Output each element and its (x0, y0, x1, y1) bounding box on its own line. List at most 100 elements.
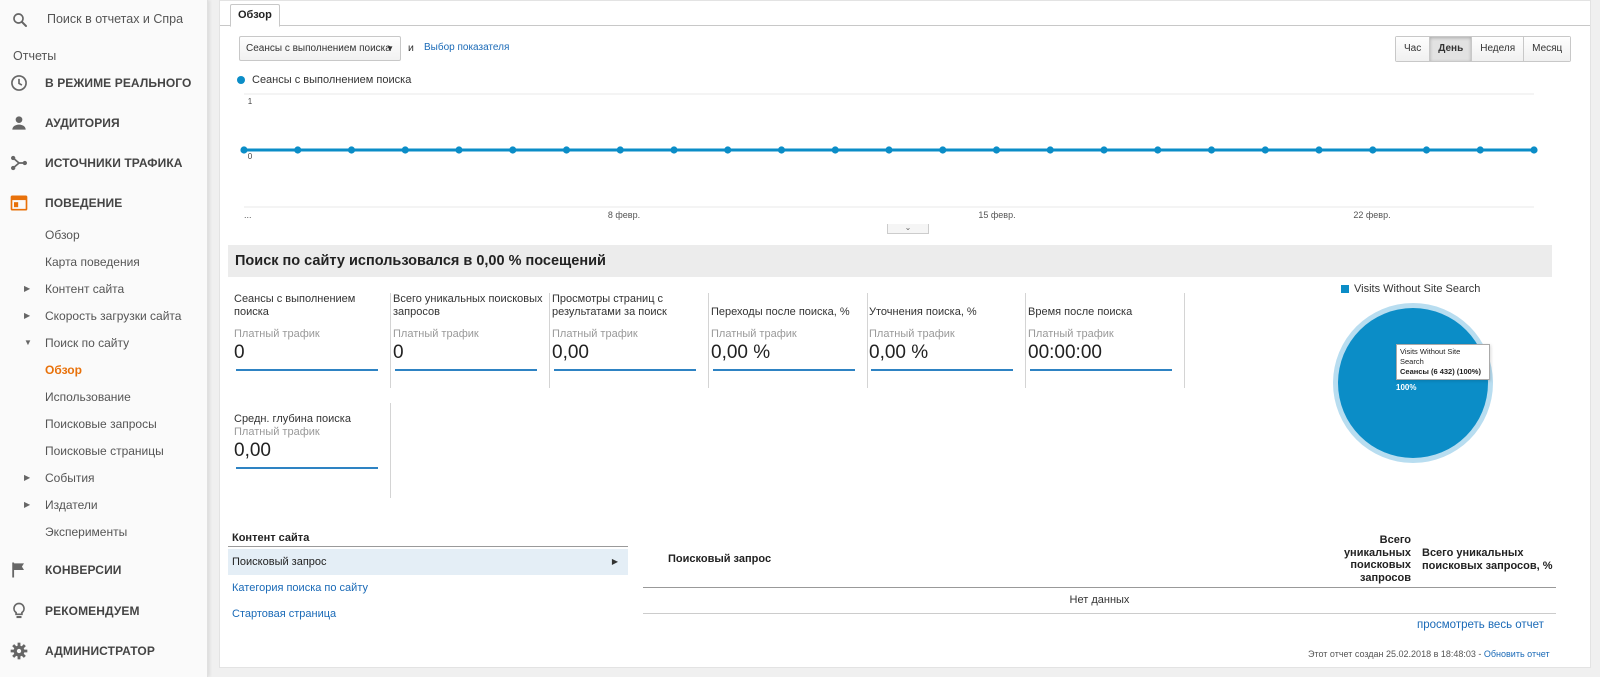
right-scroll-edge (1595, 0, 1600, 677)
report-footer: Этот отчет создан 25.02.2018 в 18:48:03 … (1308, 649, 1550, 659)
metric-card[interactable]: Переходы после поиска, % Платный трафик … (711, 293, 868, 388)
nav-discover-label: РЕКОМЕНДУЕМ (45, 604, 140, 618)
sidebar-sub-item[interactable]: Использование (0, 384, 207, 410)
sidebar: Поиск в отчетах и Справк Отчеты В РЕЖИМЕ… (0, 0, 208, 677)
content-item-start-page[interactable]: Стартовая страница (228, 601, 628, 627)
column-search-term[interactable]: Поисковый запрос (668, 553, 771, 565)
y-tick-label: 1 (248, 97, 253, 106)
period-hour-button[interactable]: Час (1396, 37, 1431, 61)
period-day-button[interactable]: День (1430, 37, 1473, 61)
nav-audience[interactable]: АУДИТОРИЯ (0, 103, 207, 143)
sidebar-sub-item[interactable]: Карта поведения (0, 249, 207, 275)
line-chart: 1 0... 8 февр. 15 февр. 22 февр. (240, 93, 1538, 220)
nav-conversions[interactable]: КОНВЕРСИИ (0, 550, 207, 590)
sidebar-sub-item[interactable]: Обзор (0, 222, 207, 248)
nav-admin[interactable]: АДМИНИСТРАТОР (0, 631, 207, 671)
metric-card[interactable]: Средн. глубина поиска Платный трафик 0,0… (234, 403, 391, 498)
data-point (1154, 146, 1162, 154)
report-panel: Обзор Сеансы с выполнением поиска ▼ и Вы… (219, 0, 1591, 668)
sidebar-sub-item[interactable]: ▼ Поиск по сайту (0, 330, 207, 356)
content-item-search-category[interactable]: Категория поиска по сайту (228, 575, 628, 601)
column-unique-searches[interactable]: Всего уникальных поисковых запросов (1323, 534, 1411, 584)
refresh-report-link[interactable]: Обновить отчет (1484, 649, 1550, 659)
sidebar-sub-item[interactable]: ▶ События (0, 465, 207, 491)
x-tick-label: 22 февр. (1353, 210, 1390, 220)
sidebar-search[interactable]: Поиск в отчетах и Справк (0, 0, 207, 38)
tab-overview[interactable]: Обзор (230, 4, 280, 27)
metric-title: Просмотры страниц с результатами за поис… (552, 293, 667, 318)
full-report-link[interactable]: просмотреть весь отчет (1417, 619, 1544, 631)
data-point (1100, 146, 1108, 154)
nav-realtime[interactable]: В РЕЖИМЕ РЕАЛЬНОГО (0, 63, 207, 103)
data-point (455, 146, 463, 154)
sidebar-sub-item[interactable]: ▶ Контент сайта (0, 276, 207, 302)
metric-value: 0,00 (552, 342, 589, 363)
data-point (240, 146, 248, 154)
flag-icon (12, 562, 24, 578)
metric-value: 0 (393, 342, 404, 363)
data-point (1369, 146, 1377, 154)
pie-tooltip: Visits Without Site Search Сеансы (6 432… (1396, 344, 1490, 380)
metric-select[interactable]: Сеансы с выполнением поиска ▼ (239, 36, 401, 61)
metric-card[interactable]: Уточнения поиска, % Платный трафик 0,00 … (869, 293, 1026, 388)
chart-legend: Сеансы с выполнением поиска (237, 74, 411, 86)
metric-value: 0,00 % (869, 342, 929, 363)
chart-resize-handle[interactable]: ⌄ (887, 224, 929, 234)
sidebar-sub-item[interactable]: Поисковые страницы (0, 438, 207, 464)
nav-audience-label: АУДИТОРИЯ (45, 116, 120, 130)
nav-behavior[interactable]: ПОВЕДЕНИЕ (0, 183, 207, 223)
sidebar-sub-item[interactable]: ▶ Издатели (0, 492, 207, 518)
y-tick-label: 0 (248, 152, 253, 161)
chevron-right-icon: ▶ (611, 557, 618, 566)
content-item-label: Категория поиска по сайту (232, 582, 368, 594)
metric-segment: Платный трафик (393, 328, 479, 340)
search-input[interactable]: Поиск в отчетах и Справк (47, 12, 183, 26)
period-selector: Час День Неделя Месяц (1395, 36, 1572, 62)
content-item-search-term[interactable]: Поисковый запрос ▶ (228, 549, 628, 575)
nav-acquisition[interactable]: ИСТОЧНИКИ ТРАФИКА (0, 143, 207, 183)
metric-title: Всего уникальных поисковых запросов (393, 293, 543, 318)
period-month-button[interactable]: Месяц (1524, 37, 1571, 61)
sparkline (713, 369, 855, 371)
metric-card[interactable]: Сеансы с выполнением поиска Платный траф… (234, 293, 391, 388)
data-point (616, 146, 624, 154)
metric-card[interactable]: Просмотры страниц с результатами за поис… (552, 293, 709, 388)
chevron-down-icon: ▼ (386, 44, 394, 53)
expand-arrow-icon: ▶ (24, 311, 31, 320)
column-unique-searches-pct[interactable]: Всего уникальных поисковых запросов, % (1422, 547, 1556, 572)
metric-title: Время после поиска (1028, 306, 1133, 318)
sidebar-sub-item[interactable]: Поисковые запросы (0, 411, 207, 437)
metric-segment: Платный трафик (711, 328, 797, 340)
sub-item-label: Обзор (45, 363, 82, 377)
data-point (1530, 146, 1538, 154)
x-tick-label: 15 февр. (978, 210, 1015, 220)
data-point (401, 146, 409, 154)
pie-legend: Visits Without Site Search (1341, 283, 1480, 295)
lightbulb-icon (13, 602, 25, 619)
summary-title: Поиск по сайту использовался в 0,00 % по… (235, 253, 606, 269)
metric-title: Переходы после поиска, % (711, 306, 850, 318)
collapse-arrow-icon: ▼ (24, 338, 32, 347)
sparkline (1030, 369, 1172, 371)
sub-item-label: Скорость загрузки сайта (45, 309, 182, 323)
data-point (777, 146, 786, 154)
x-tick-label: ... (244, 210, 252, 220)
select-metric-link[interactable]: Выбор показателя (424, 42, 509, 53)
x-tick-label: 8 февр. (608, 210, 640, 220)
sub-item-label: Карта поведения (45, 255, 140, 269)
data-point (1261, 146, 1269, 154)
content-heading: Контент сайта (232, 532, 310, 544)
sidebar-sub-item[interactable]: Эксперименты (0, 519, 207, 545)
content-item-label: Стартовая страница (232, 608, 337, 620)
metric-card[interactable]: Время после поиска Платный трафик 00:00:… (1028, 293, 1185, 388)
analytics-app: Поиск в отчетах и Справк Отчеты В РЕЖИМЕ… (0, 0, 1600, 677)
sidebar-sub-item[interactable]: ▶ Скорость загрузки сайта (0, 303, 207, 329)
nav-discover[interactable]: РЕКОМЕНДУЕМ (0, 591, 207, 631)
data-point (1422, 146, 1431, 154)
tab-bar: Обзор (220, 1, 1590, 27)
data-point (724, 146, 732, 154)
metric-card[interactable]: Всего уникальных поисковых запросов Плат… (393, 293, 550, 388)
sidebar-sub-item-active[interactable]: Обзор (0, 357, 207, 383)
pie-slice-label: 100% (1396, 383, 1417, 392)
period-week-button[interactable]: Неделя (1472, 37, 1525, 61)
